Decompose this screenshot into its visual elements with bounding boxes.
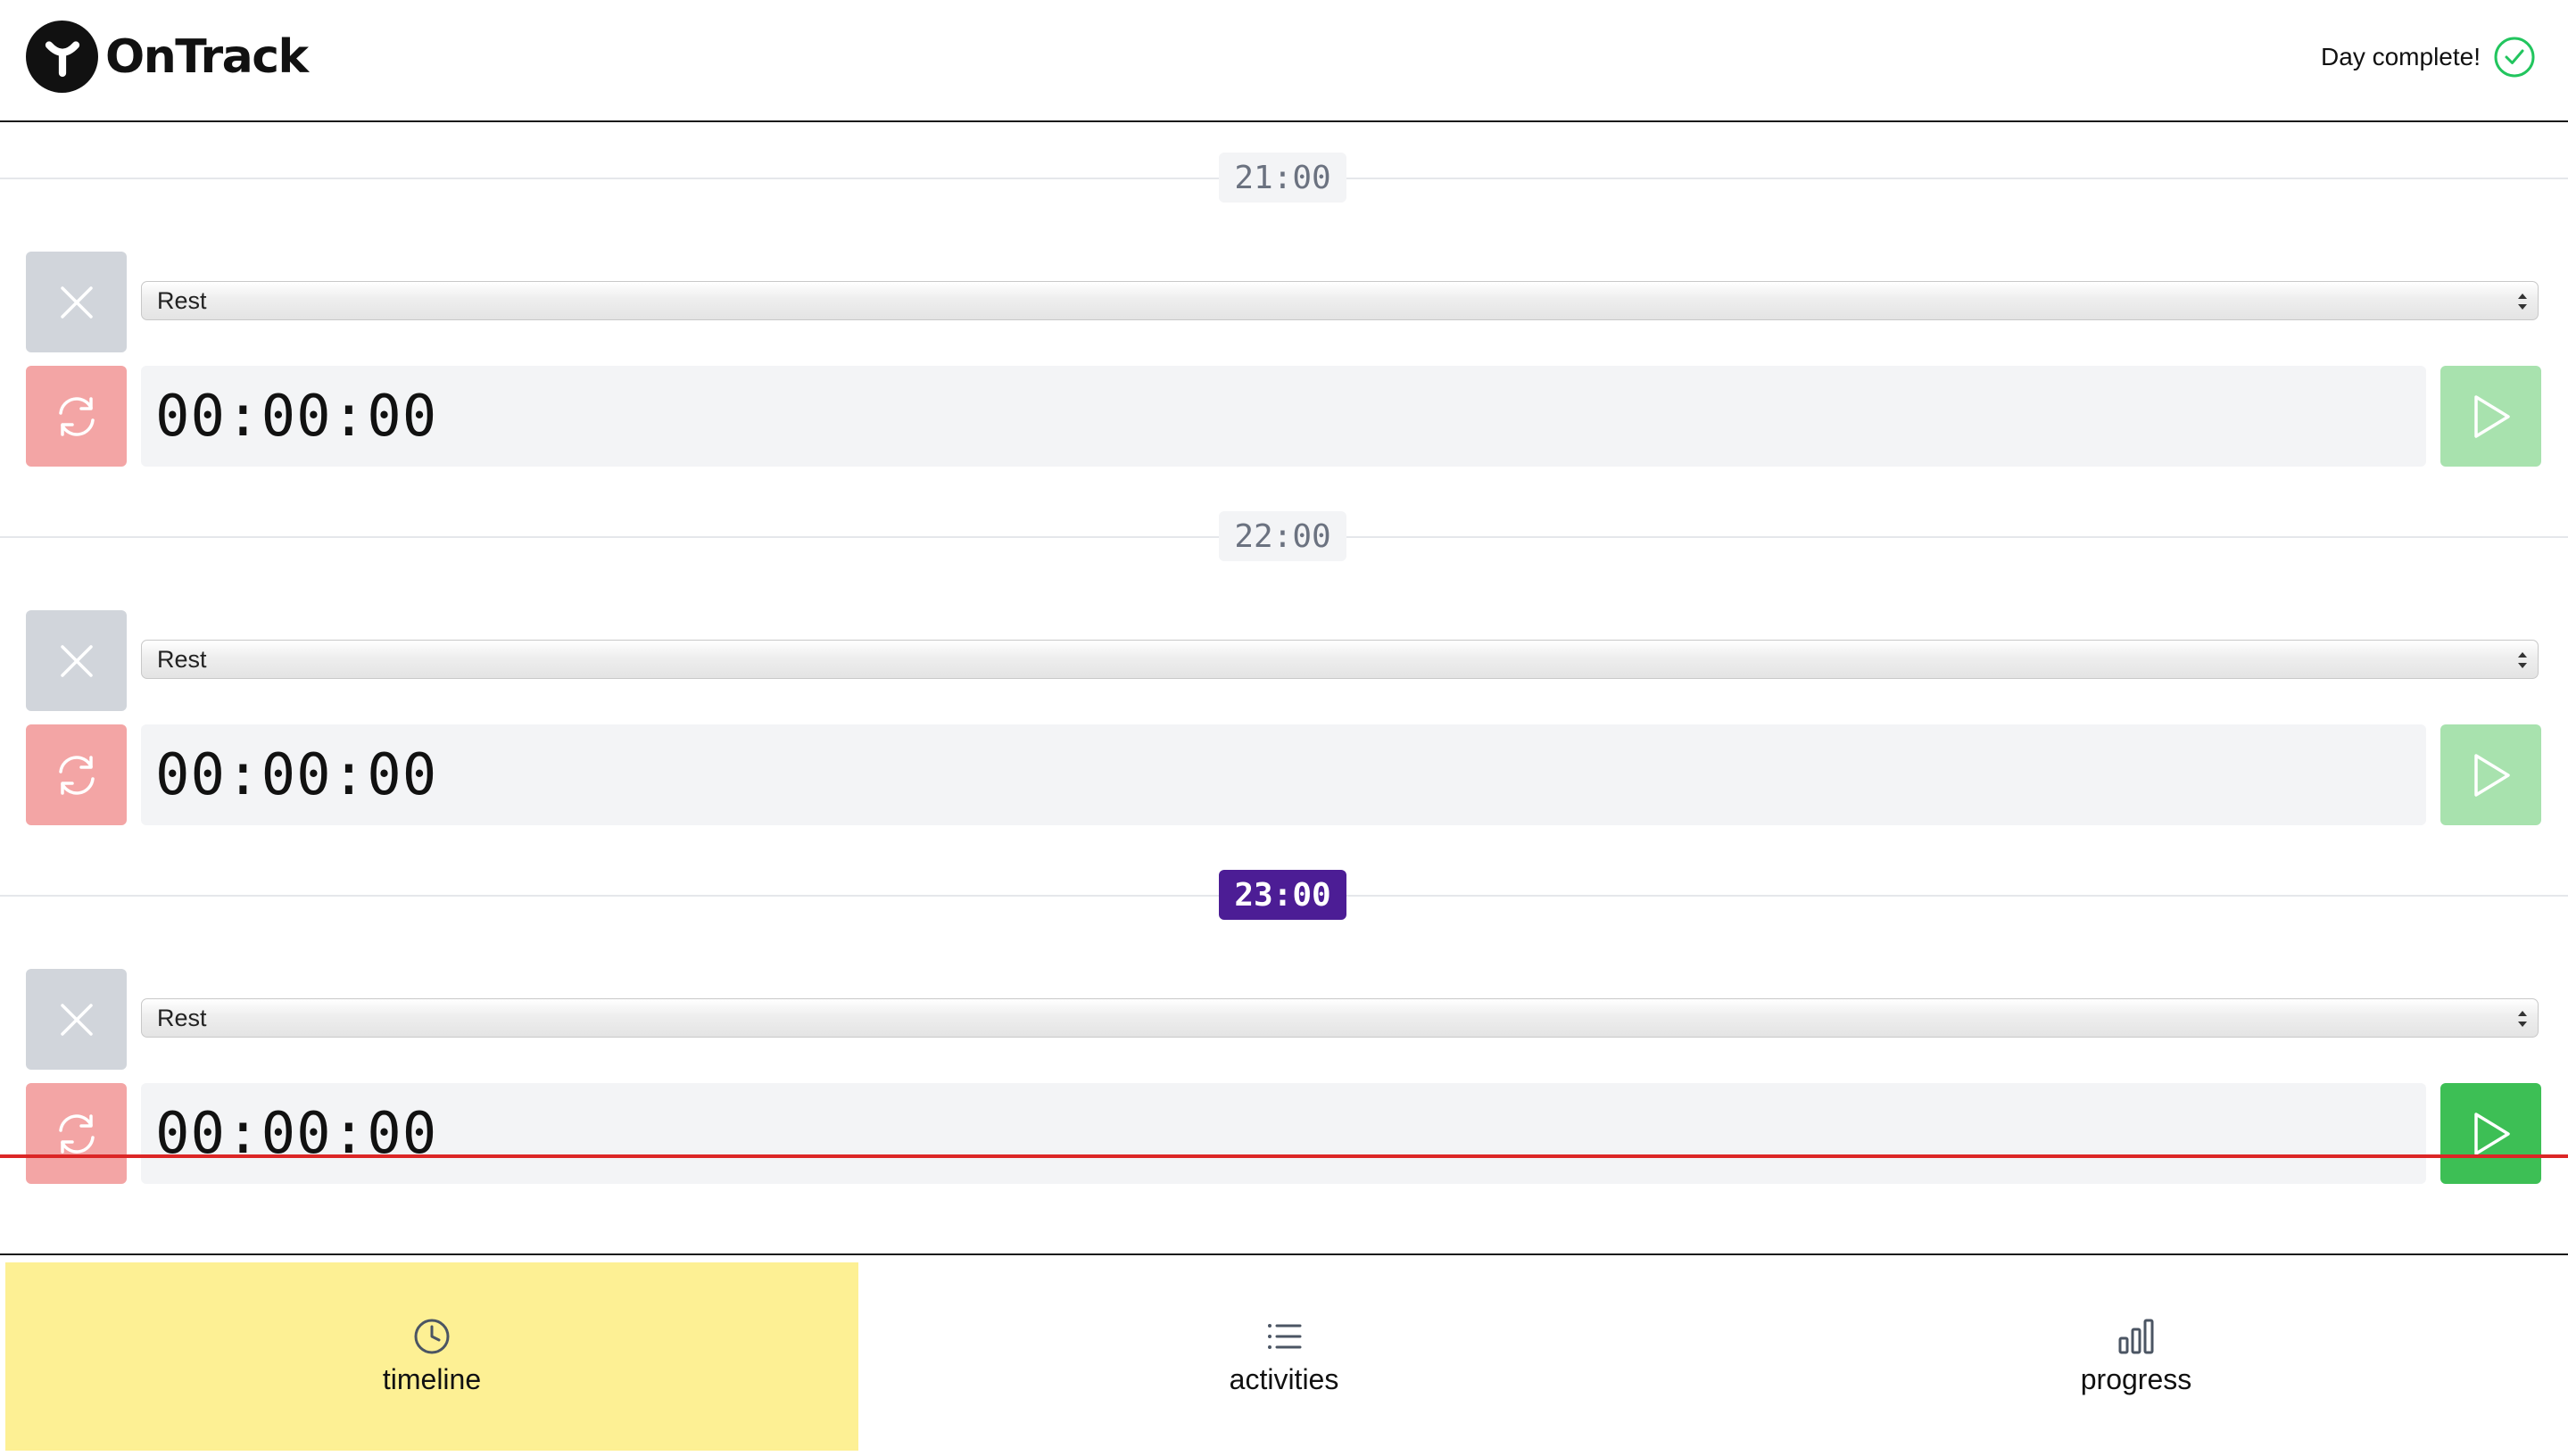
- remove-activity-button[interactable]: [26, 969, 127, 1070]
- close-icon: [60, 285, 93, 318]
- bar-chart-icon: [2118, 1319, 2154, 1354]
- select-arrows-icon: [2518, 1011, 2527, 1027]
- current-hour-label: 23:00: [1219, 870, 1346, 920]
- check-circle-icon: [2494, 37, 2535, 78]
- timer-display: 00:00:00: [141, 724, 2426, 825]
- list-icon: [1268, 1324, 1302, 1349]
- select-arrows-icon: [2518, 294, 2527, 310]
- remove-activity-button[interactable]: [26, 610, 127, 711]
- activity-select-value: Rest: [157, 286, 207, 314]
- timer-display: 00:00:00: [141, 366, 2426, 467]
- day-status: Day complete!: [2321, 36, 2536, 79]
- activity-select[interactable]: Rest: [141, 998, 2539, 1038]
- hour-label: 22:00: [1219, 511, 1346, 561]
- timer-display: 00:00:00: [141, 1083, 2426, 1184]
- refresh-icon: [58, 755, 95, 795]
- app-header: OnTrack Day complete!: [0, 0, 2568, 122]
- activity-select[interactable]: Rest: [141, 281, 2539, 320]
- refresh-icon: [58, 1113, 95, 1154]
- play-icon: [2473, 1112, 2510, 1155]
- close-icon: [60, 644, 93, 677]
- select-arrows-icon: [2518, 652, 2527, 668]
- remove-activity-button[interactable]: [26, 252, 127, 352]
- refresh-icon: [58, 396, 95, 436]
- play-icon: [2473, 394, 2510, 438]
- close-icon: [60, 1003, 93, 1036]
- bottom-nav: timeline activities progress: [0, 1253, 2568, 1456]
- day-status-text: Day complete!: [2321, 43, 2481, 70]
- hour-label: 21:00: [1219, 153, 1346, 203]
- current-time-indicator: [0, 1154, 2568, 1158]
- activity-select-value: Rest: [157, 1004, 207, 1031]
- activity-select[interactable]: Rest: [141, 640, 2539, 679]
- nav-item-timeline[interactable]: timeline: [5, 1262, 858, 1451]
- nav-label: progress: [2080, 1363, 2192, 1395]
- start-timer-button[interactable]: [2440, 366, 2541, 467]
- logo-mark-icon: [26, 21, 98, 93]
- reset-timer-button[interactable]: [26, 724, 127, 825]
- nav-label: activities: [1229, 1363, 1339, 1395]
- nav-label: timeline: [382, 1363, 482, 1395]
- start-timer-button[interactable]: [2440, 724, 2541, 825]
- app-name: OnTrack: [105, 29, 309, 84]
- nav-item-activities[interactable]: activities: [857, 1262, 1711, 1451]
- activity-select-value: Rest: [157, 645, 207, 673]
- timeline: 21:00 Rest 00:00:00 22:00 Rest 00:00:00 …: [0, 124, 2568, 1253]
- clock-icon: [414, 1319, 450, 1354]
- nav-item-progress[interactable]: progress: [1710, 1262, 2563, 1451]
- start-timer-button[interactable]: [2440, 1083, 2541, 1184]
- app-logo[interactable]: OnTrack: [26, 21, 309, 93]
- play-icon: [2473, 753, 2510, 797]
- reset-timer-button[interactable]: [26, 366, 127, 467]
- reset-timer-button[interactable]: [26, 1083, 127, 1184]
